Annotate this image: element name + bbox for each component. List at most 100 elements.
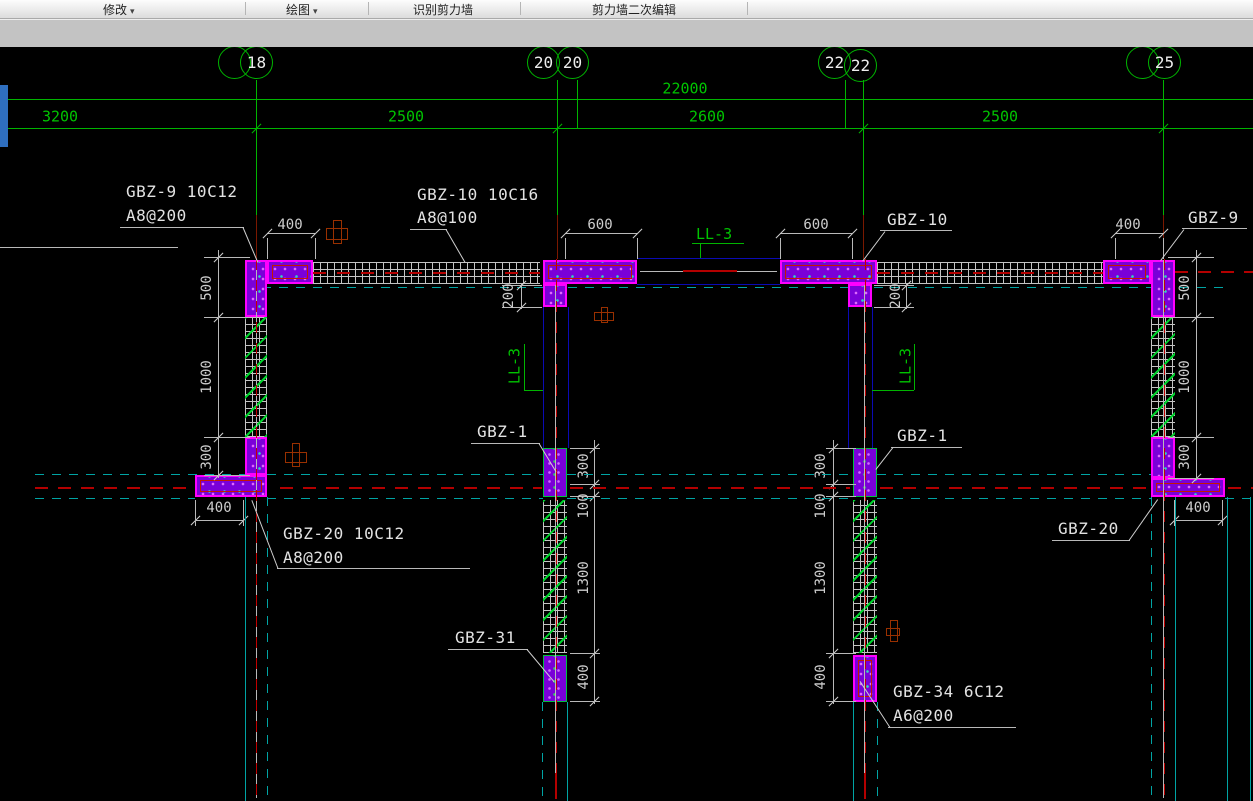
dim-text: 400 [576,664,592,690]
chevron-down-icon: ▾ [313,7,318,17]
label-gbz20-right[interactable]: GBZ-20 [1058,520,1119,538]
dim-text: 500 [1177,275,1193,301]
dim-line [1115,233,1163,234]
wall-edge-dash-cyan [877,702,878,801]
dim-line [267,233,315,234]
dim-extension [204,475,250,476]
wall-edge-cyan [1175,497,1176,801]
label-gbz9-right[interactable]: GBZ-9 [1188,209,1239,227]
grid-bubble-25[interactable]: 25 [1148,46,1181,79]
label-gbz34-rebar[interactable]: A6@200 [893,707,954,725]
label-gbz10-right[interactable]: GBZ-10 [887,211,948,229]
label-underline [1182,228,1247,229]
leader-line-green [872,390,914,391]
menu-modify[interactable]: 修改 ▾ [103,1,135,17]
label-ll3-right[interactable]: LL-3 [897,348,915,384]
dim-text: 300 [1177,444,1193,470]
wall-hatch-top-left[interactable] [313,262,540,284]
rebar-outline [1108,265,1146,279]
column-gbz9-right-arm[interactable] [1103,260,1151,284]
label-gbz10[interactable]: GBZ-10 10C16 [417,186,539,204]
dim-line [833,440,834,704]
column-gbz10-right-arm[interactable] [780,260,877,284]
dim-extension [570,653,600,654]
corridor-dash-cyan [877,498,1151,499]
dim-text: 600 [587,217,613,233]
menu-draw[interactable]: 绘图 ▾ [286,1,318,17]
dim-text: 1000 [199,360,215,394]
corridor-dash-cyan [267,474,543,475]
label-underline-green [524,344,525,390]
dim-text: 1000 [1177,360,1193,394]
wall-edge-dash-cyan [245,287,1225,288]
grid-line-20b [577,80,578,128]
grid-line-stub [863,215,864,259]
column-symbol-icon[interactable] [886,620,904,646]
dim-extension [826,496,856,497]
dim-extension [204,317,250,318]
grid-line-20 [557,80,558,215]
centerline-red [1164,259,1165,798]
toolbar-separator [368,2,369,15]
dim-text: 1300 [576,561,592,595]
corridor-dash-cyan [35,498,195,499]
wall-edge-cyan [245,497,246,801]
centerline-red [865,259,866,798]
label-gbz20[interactable]: GBZ-20 10C12 [283,525,405,543]
dim-extension [195,500,196,526]
label-gbz9[interactable]: GBZ-9 10C12 [126,183,237,201]
column-symbol-icon[interactable] [326,220,352,246]
dim-line [218,250,219,478]
label-ll3-top[interactable]: LL-3 [696,226,732,243]
dim-line [780,233,852,234]
column-symbol-icon[interactable] [285,443,311,469]
dim-extension [204,437,250,438]
dim-line [1196,250,1197,480]
rebar-outline [1156,483,1220,492]
column-gbz10-right-stem[interactable] [848,284,872,307]
dim-text: 400 [1115,217,1141,233]
beam-edge-navy [543,307,544,448]
label-gbz31[interactable]: GBZ-31 [455,629,516,647]
label-gbz20-rebar[interactable]: A8@200 [283,549,344,567]
grid-line-22 [863,80,864,215]
cad-canvas[interactable]: 22000 3200 2500 2600 2500 18 20 20 22 22… [0,46,1253,801]
leader-line [1128,499,1159,541]
corridor-dash-cyan [35,474,245,475]
grid-line-stub [256,215,257,259]
column-gbz9-left-arm[interactable] [267,260,313,284]
leader-line [875,447,894,470]
column-symbol-icon[interactable] [594,307,618,325]
dim-extension [780,238,781,259]
leader-line-green [700,244,701,258]
dim-extension [570,484,600,485]
toolbar: 修改 ▾ 绘图 ▾ 识别剪力墙 剪力墙二次编辑 [0,0,1253,19]
grid-bubble-22b[interactable]: 22 [844,49,877,82]
dim-extension [826,653,856,654]
dimension-line-green [0,128,1253,129]
menu-shearwall-secondary-edit[interactable]: 剪力墙二次编辑 [592,1,676,17]
leader-line [445,229,466,263]
label-ll3-left[interactable]: LL-3 [506,348,524,384]
dim-text: 400 [277,217,303,233]
rebar-outline [548,265,632,279]
label-gbz34[interactable]: GBZ-34 6C12 [893,683,1004,701]
label-gbz9-rebar[interactable]: A8@200 [126,207,187,225]
toolbar-separator [747,2,748,15]
dim-line [195,520,243,521]
grid-bubble-18[interactable]: 18 [240,46,273,79]
menu-identify-shearwall[interactable]: 识别剪力墙 [413,1,473,17]
grid-line-horizontal [0,99,1253,100]
dim-text: 600 [803,217,829,233]
menu-secondary-edit-label: 剪力墙二次编辑 [592,3,677,17]
label-gbz10-rebar[interactable]: A8@100 [417,209,478,227]
beam-edge-navy [848,307,849,448]
dim-extension [1168,317,1214,318]
label-underline [891,447,962,448]
column-gbz10-left-arm[interactable] [543,260,637,284]
corridor-dash-cyan [567,474,853,475]
grid-line-stub [557,215,558,259]
label-gbz1-right[interactable]: GBZ-1 [897,427,948,445]
grid-bubble-20b[interactable]: 20 [556,46,589,79]
label-gbz1-left[interactable]: GBZ-1 [477,423,528,441]
